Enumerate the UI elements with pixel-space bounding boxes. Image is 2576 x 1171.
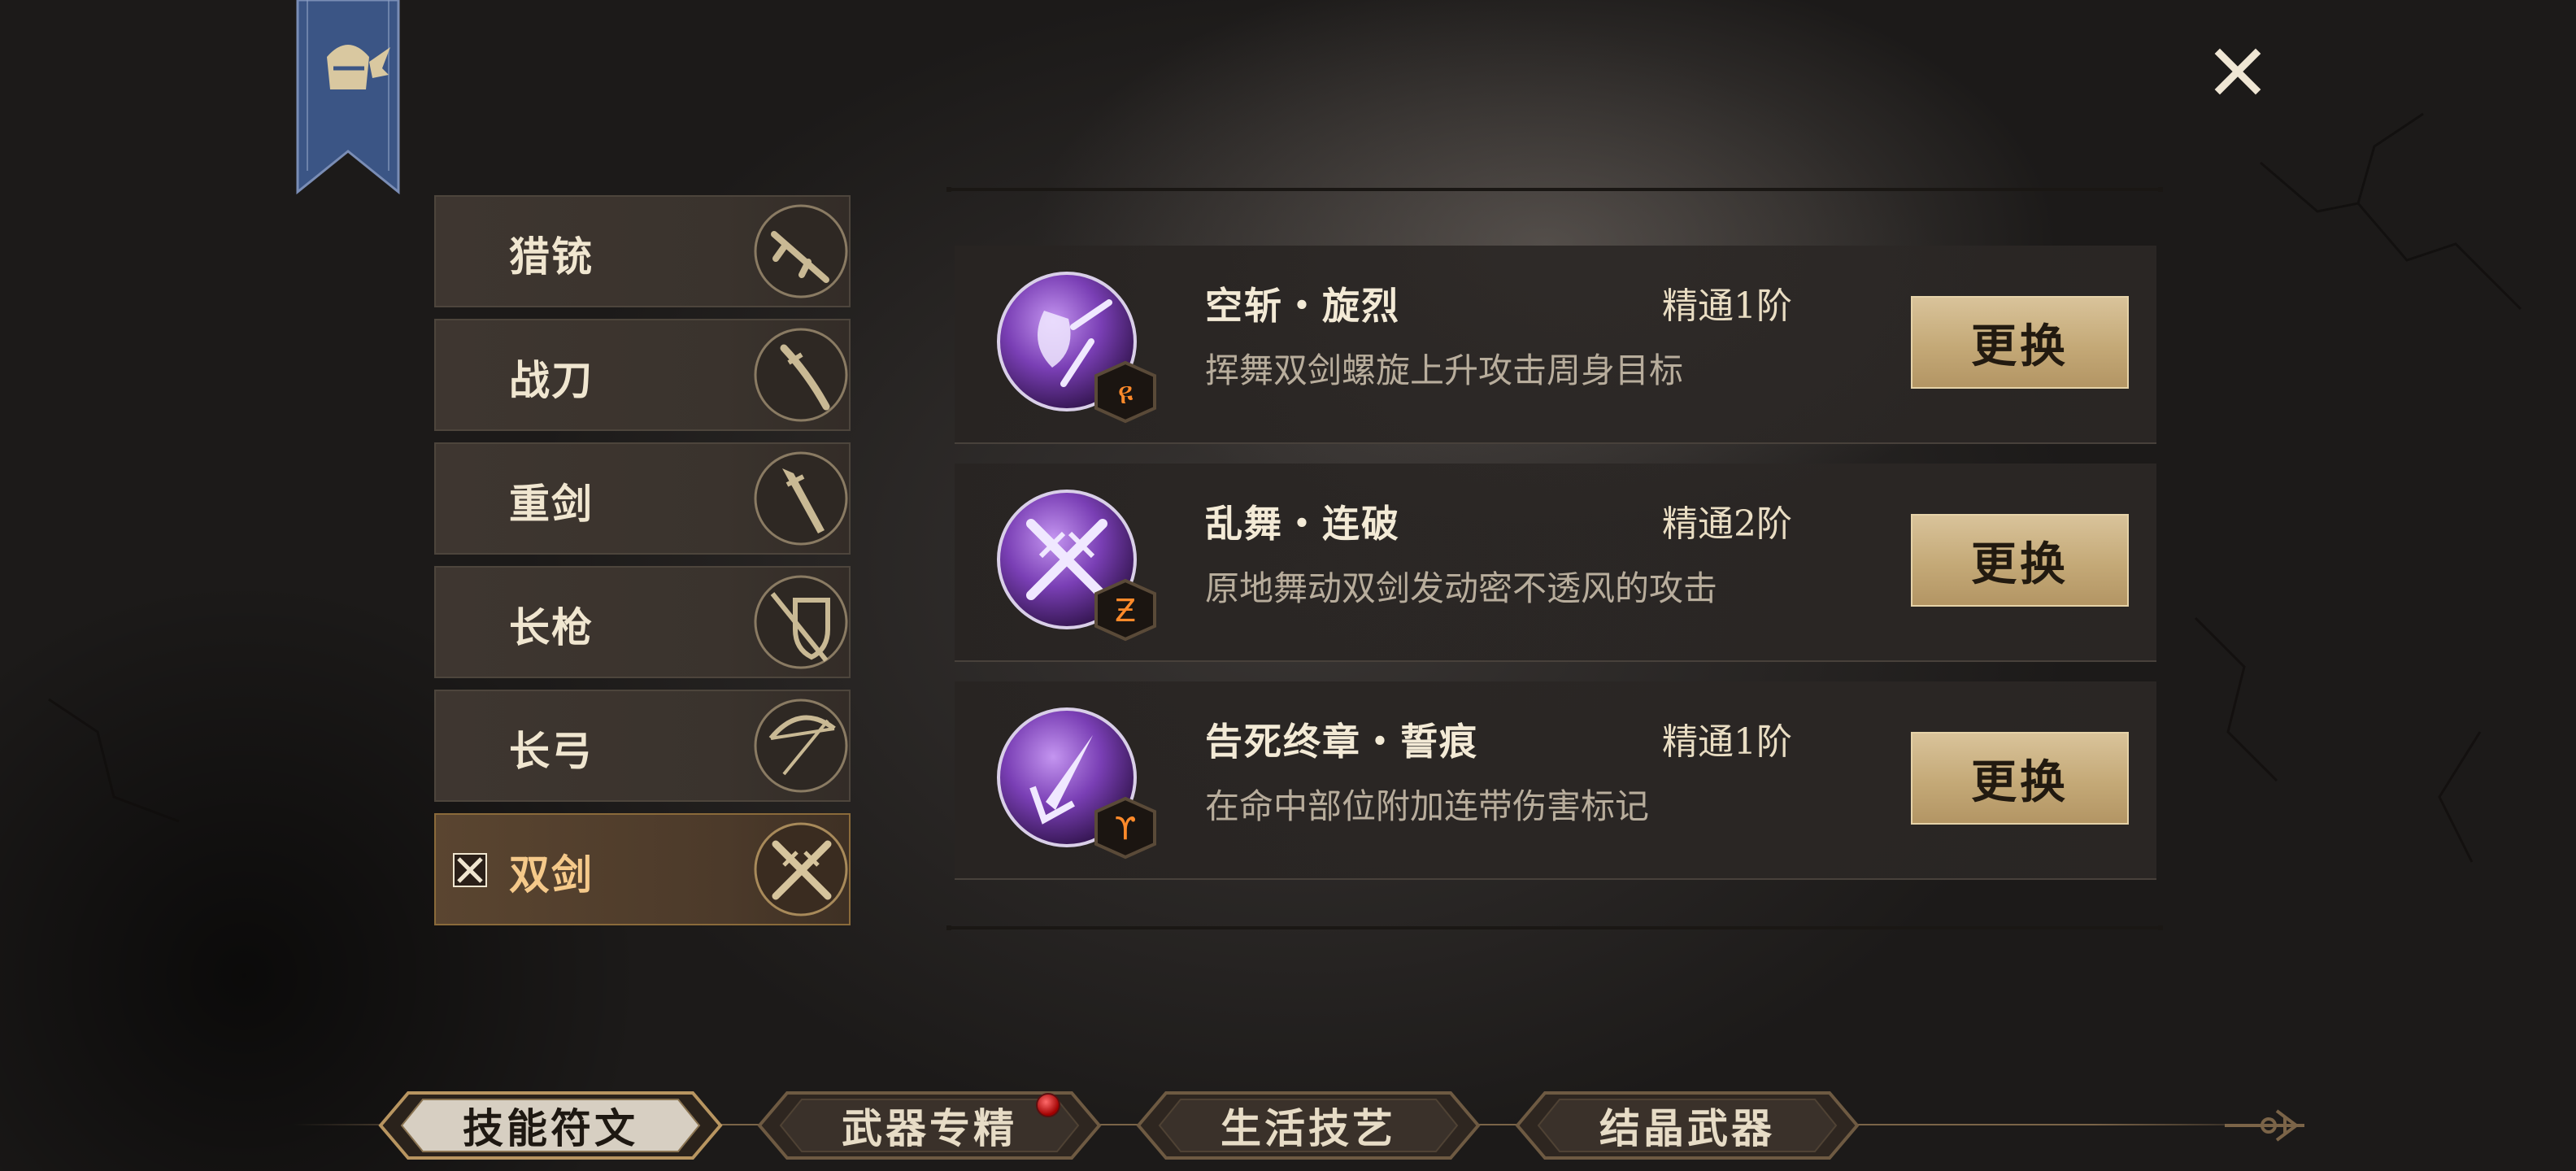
close-icon — [2214, 48, 2261, 95]
ornament-icon — [2225, 1109, 2304, 1142]
swap-button-label: 更换 — [1971, 319, 2069, 373]
rune-badge: ዩ — [1094, 360, 1156, 424]
skill-name: 告死终章・誓痕 — [1205, 720, 1478, 764]
swap-button[interactable]: 更换 — [1911, 732, 2129, 825]
greatsword-icon — [754, 451, 848, 546]
weapon-item-musket[interactable]: 猎铳 — [434, 195, 851, 307]
tab-label: 技能符文 — [463, 1104, 638, 1152]
banner-flag — [296, 0, 400, 195]
tab-skill-runes[interactable]: 技能符文 — [376, 1088, 725, 1163]
weapon-item-spear[interactable]: 长枪 — [434, 566, 851, 678]
weapon-label: 重剑 — [509, 480, 594, 528]
swap-button[interactable]: 更换 — [1911, 514, 2129, 607]
weapon-label: 猎铳 — [509, 233, 594, 281]
skill-level: 精通1阶 — [1662, 285, 1792, 327]
skill-row: Ƶ 乱舞・连破 精通2阶 原地舞动双剑发动密不透风的攻击 更换 — [955, 464, 2156, 662]
skill-name: 乱舞・连破 — [1205, 502, 1400, 546]
tab-crystal-weapons[interactable]: 结晶武器 — [1512, 1088, 1862, 1163]
skill-row: ዩ 空斩・旋烈 精通1阶 挥舞双剑螺旋上升攻击周身目标 更换 — [955, 246, 2156, 444]
weapon-item-saber[interactable]: 战刀 — [434, 319, 851, 431]
tab-label: 生活技艺 — [1221, 1104, 1396, 1152]
tab-label: 结晶武器 — [1599, 1104, 1775, 1152]
saber-icon — [754, 328, 848, 422]
weapon-label: 战刀 — [509, 356, 594, 404]
rune-glyph: ዩ — [1117, 375, 1133, 411]
rune-glyph: ϒ — [1115, 811, 1137, 847]
skill-name: 空斩・旋烈 — [1205, 284, 1400, 328]
tab-weapon-mastery[interactable]: 武器专精 — [755, 1088, 1104, 1163]
swap-button[interactable]: 更换 — [1911, 296, 2129, 389]
longbow-icon — [754, 699, 848, 793]
skill-level: 精通2阶 — [1662, 503, 1792, 545]
rune-glyph: Ƶ — [1115, 593, 1136, 629]
skill-row: ϒ 告死终章・誓痕 精通1阶 在命中部位附加连带伤害标记 更换 — [955, 681, 2156, 880]
skill-level: 精通1阶 — [1662, 721, 1792, 763]
skill-description: 挥舞双剑螺旋上升攻击周身目标 — [1205, 350, 1684, 390]
weapon-label: 长枪 — [509, 603, 594, 651]
weapon-label: 长弓 — [509, 727, 594, 775]
close-button[interactable] — [2205, 39, 2270, 104]
weapon-label: 双剑 — [509, 851, 594, 899]
panel-bottom-divider — [946, 925, 2163, 930]
musket-icon — [754, 204, 848, 298]
swap-button-label: 更换 — [1971, 755, 2069, 809]
notification-badge — [1036, 1093, 1060, 1117]
tab-label: 武器专精 — [842, 1104, 1017, 1152]
skill-description: 原地舞动双剑发动密不透风的攻击 — [1205, 568, 1718, 608]
skill-description: 在命中部位附加连带伤害标记 — [1205, 786, 1650, 826]
tab-life-skills[interactable]: 生活技艺 — [1134, 1088, 1483, 1163]
dual-swords-icon — [754, 822, 848, 916]
swap-button-label: 更换 — [1971, 537, 2069, 591]
weapon-item-longbow[interactable]: 长弓 — [434, 690, 851, 802]
spear-shield-icon — [754, 575, 848, 669]
selected-dual-swords-icon — [453, 853, 487, 887]
weapon-item-greatsword[interactable]: 重剑 — [434, 442, 851, 555]
panel-top-divider — [946, 187, 2163, 192]
weapon-item-dual-swords[interactable]: 双剑 — [434, 813, 851, 925]
rune-badge: ϒ — [1094, 796, 1156, 860]
rune-badge: Ƶ — [1094, 578, 1156, 642]
